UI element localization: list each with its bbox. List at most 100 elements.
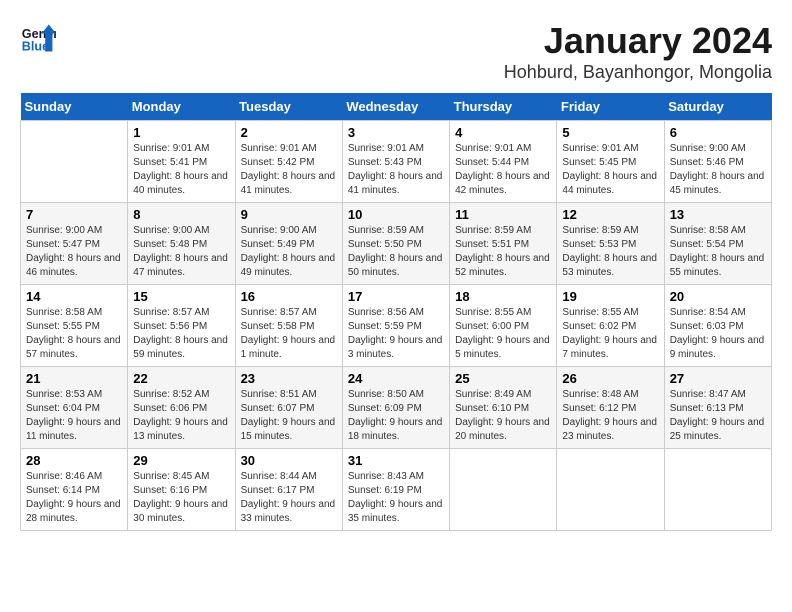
cell-3-1: 22 Sunrise: 8:52 AMSunset: 6:06 PMDayligh…	[128, 367, 235, 449]
cell-4-1: 29Sunrise: 8:45 AMSunset: 6:16 PMDayligh…	[128, 449, 235, 531]
cell-day-info: Sunrise: 8:59 AMSunset: 5:51 PMDaylight:…	[455, 224, 551, 280]
cell-day-info: Sunrise: 8:50 AMSunset: 6:09 PMDaylight:…	[348, 388, 444, 444]
cell-day-number: 16	[241, 289, 337, 304]
cell-day-info: Sunrise: 8:59 AMSunset: 5:50 PMDaylight:…	[348, 224, 444, 280]
cell-day-info: Sunrise: 8:58 AMSunset: 5:55 PMDaylight:…	[26, 306, 122, 362]
cell-day-number: 15	[133, 289, 229, 304]
cell-day-number: 10	[348, 207, 444, 222]
week-row-1: 1Sunrise: 9:01 AMSunset: 5:41 PMDaylight…	[21, 121, 772, 203]
cell-day-number: 6	[670, 125, 766, 140]
cell-3-0: 21 Sunrise: 8:53 AMSunset: 6:04 PMDayligh…	[21, 367, 128, 449]
cell-1-3: 10 Sunrise: 8:59 AMSunset: 5:50 PMDayligh…	[342, 203, 449, 285]
header-friday: Friday	[557, 93, 664, 121]
week-row-2: 7Sunrise: 9:00 AMSunset: 5:47 PMDaylight…	[21, 203, 772, 285]
logo: General Blue	[20, 20, 56, 56]
cell-day-info: Sunrise: 8:46 AMSunset: 6:14 PMDaylight:…	[26, 470, 122, 526]
cell-day-info: Sunrise: 8:48 AMSunset: 6:12 PMDaylight:…	[562, 388, 658, 444]
cell-2-6: 20Sunrise: 8:54 AMSunset: 6:03 PMDayligh…	[664, 285, 771, 367]
cell-2-2: 16 Sunrise: 8:57 AMSunset: 5:58 PMDayligh…	[235, 285, 342, 367]
header-monday: Monday	[128, 93, 235, 121]
location-subtitle: Hohburd, Bayanhongor, Mongolia	[504, 62, 772, 83]
cell-day-number: 14	[26, 289, 122, 304]
month-title: January 2024	[504, 20, 772, 62]
cell-day-number: 18	[455, 289, 551, 304]
cell-day-info: Sunrise: 8:45 AMSunset: 6:16 PMDaylight:…	[133, 470, 229, 526]
cell-2-5: 19 Sunrise: 8:55 AMSunset: 6:02 PMDayligh…	[557, 285, 664, 367]
logo-icon: General Blue	[20, 20, 56, 56]
cell-2-1: 15 Sunrise: 8:57 AMSunset: 5:56 PMDayligh…	[128, 285, 235, 367]
cell-4-6	[664, 449, 771, 531]
cell-day-number: 30	[241, 453, 337, 468]
cell-day-number: 13	[670, 207, 766, 222]
cell-day-number: 19	[562, 289, 658, 304]
cell-day-info: Sunrise: 8:55 AMSunset: 6:00 PMDaylight:…	[455, 306, 551, 362]
cell-day-number: 23	[241, 371, 337, 386]
cell-day-info: Sunrise: 8:43 AMSunset: 6:19 PMDaylight:…	[348, 470, 444, 526]
cell-0-1: 1Sunrise: 9:01 AMSunset: 5:41 PMDaylight…	[128, 121, 235, 203]
cell-1-5: 12Sunrise: 8:59 AMSunset: 5:53 PMDayligh…	[557, 203, 664, 285]
cell-day-number: 17	[348, 289, 444, 304]
cell-1-2: 9 Sunrise: 9:00 AMSunset: 5:49 PMDaylight…	[235, 203, 342, 285]
cell-0-4: 4 Sunrise: 9:01 AMSunset: 5:44 PMDaylight…	[450, 121, 557, 203]
cell-day-info: Sunrise: 9:01 AMSunset: 5:41 PMDaylight:…	[133, 142, 229, 198]
cell-day-number: 4	[455, 125, 551, 140]
cell-day-info: Sunrise: 8:55 AMSunset: 6:02 PMDaylight:…	[562, 306, 658, 362]
cell-2-3: 17 Sunrise: 8:56 AMSunset: 5:59 PMDayligh…	[342, 285, 449, 367]
cell-day-info: Sunrise: 9:01 AMSunset: 5:43 PMDaylight:…	[348, 142, 444, 198]
cell-day-number: 8	[133, 207, 229, 222]
svg-text:Blue: Blue	[22, 40, 49, 54]
cell-day-number: 27	[670, 371, 766, 386]
cell-day-info: Sunrise: 9:00 AMSunset: 5:48 PMDaylight:…	[133, 224, 229, 280]
cell-day-info: Sunrise: 9:01 AMSunset: 5:45 PMDaylight:…	[562, 142, 658, 198]
cell-day-number: 31	[348, 453, 444, 468]
cell-day-number: 3	[348, 125, 444, 140]
header-wednesday: Wednesday	[342, 93, 449, 121]
cell-day-info: Sunrise: 8:57 AMSunset: 5:56 PMDaylight:…	[133, 306, 229, 362]
cell-day-number: 28	[26, 453, 122, 468]
cell-3-6: 27 Sunrise: 8:47 AMSunset: 6:13 PMDayligh…	[664, 367, 771, 449]
cell-day-info: Sunrise: 8:58 AMSunset: 5:54 PMDaylight:…	[670, 224, 766, 280]
cell-day-info: Sunrise: 8:47 AMSunset: 6:13 PMDaylight:…	[670, 388, 766, 444]
cell-1-4: 11 Sunrise: 8:59 AMSunset: 5:51 PMDayligh…	[450, 203, 557, 285]
header-sunday: Sunday	[21, 93, 128, 121]
cell-day-number: 2	[241, 125, 337, 140]
calendar-table: Sunday Monday Tuesday Wednesday Thursday…	[20, 93, 772, 531]
cell-day-number: 21	[26, 371, 122, 386]
cell-day-number: 12	[562, 207, 658, 222]
cell-2-0: 14 Sunrise: 8:58 AMSunset: 5:55 PMDayligh…	[21, 285, 128, 367]
header-tuesday: Tuesday	[235, 93, 342, 121]
week-row-5: 28 Sunrise: 8:46 AMSunset: 6:14 PMDayligh…	[21, 449, 772, 531]
cell-2-4: 18 Sunrise: 8:55 AMSunset: 6:00 PMDayligh…	[450, 285, 557, 367]
week-row-4: 21 Sunrise: 8:53 AMSunset: 6:04 PMDayligh…	[21, 367, 772, 449]
weekday-header-row: Sunday Monday Tuesday Wednesday Thursday…	[21, 93, 772, 121]
cell-day-number: 26	[562, 371, 658, 386]
cell-0-6: 6Sunrise: 9:00 AMSunset: 5:46 PMDaylight…	[664, 121, 771, 203]
cell-day-info: Sunrise: 8:52 AMSunset: 6:06 PMDaylight:…	[133, 388, 229, 444]
cell-day-info: Sunrise: 8:51 AMSunset: 6:07 PMDaylight:…	[241, 388, 337, 444]
cell-day-number: 11	[455, 207, 551, 222]
cell-day-number: 9	[241, 207, 337, 222]
cell-day-info: Sunrise: 9:01 AMSunset: 5:44 PMDaylight:…	[455, 142, 551, 198]
cell-4-5	[557, 449, 664, 531]
cell-3-4: 25Sunrise: 8:49 AMSunset: 6:10 PMDayligh…	[450, 367, 557, 449]
calendar-body: 1Sunrise: 9:01 AMSunset: 5:41 PMDaylight…	[21, 121, 772, 531]
cell-day-info: Sunrise: 8:49 AMSunset: 6:10 PMDaylight:…	[455, 388, 551, 444]
cell-3-5: 26 Sunrise: 8:48 AMSunset: 6:12 PMDayligh…	[557, 367, 664, 449]
cell-day-number: 7	[26, 207, 122, 222]
cell-4-4	[450, 449, 557, 531]
cell-0-3: 3 Sunrise: 9:01 AMSunset: 5:43 PMDaylight…	[342, 121, 449, 203]
cell-4-2: 30Sunrise: 8:44 AMSunset: 6:17 PMDayligh…	[235, 449, 342, 531]
week-row-3: 14 Sunrise: 8:58 AMSunset: 5:55 PMDayligh…	[21, 285, 772, 367]
cell-1-1: 8 Sunrise: 9:00 AMSunset: 5:48 PMDaylight…	[128, 203, 235, 285]
cell-day-info: Sunrise: 9:01 AMSunset: 5:42 PMDaylight:…	[241, 142, 337, 198]
cell-0-5: 5 Sunrise: 9:01 AMSunset: 5:45 PMDaylight…	[557, 121, 664, 203]
cell-day-number: 22	[133, 371, 229, 386]
cell-day-info: Sunrise: 8:53 AMSunset: 6:04 PMDaylight:…	[26, 388, 122, 444]
header-saturday: Saturday	[664, 93, 771, 121]
cell-day-info: Sunrise: 9:00 AMSunset: 5:49 PMDaylight:…	[241, 224, 337, 280]
cell-day-info: Sunrise: 8:57 AMSunset: 5:58 PMDaylight:…	[241, 306, 337, 362]
cell-day-number: 5	[562, 125, 658, 140]
cell-1-0: 7Sunrise: 9:00 AMSunset: 5:47 PMDaylight…	[21, 203, 128, 285]
cell-day-info: Sunrise: 8:56 AMSunset: 5:59 PMDaylight:…	[348, 306, 444, 362]
cell-day-number: 20	[670, 289, 766, 304]
